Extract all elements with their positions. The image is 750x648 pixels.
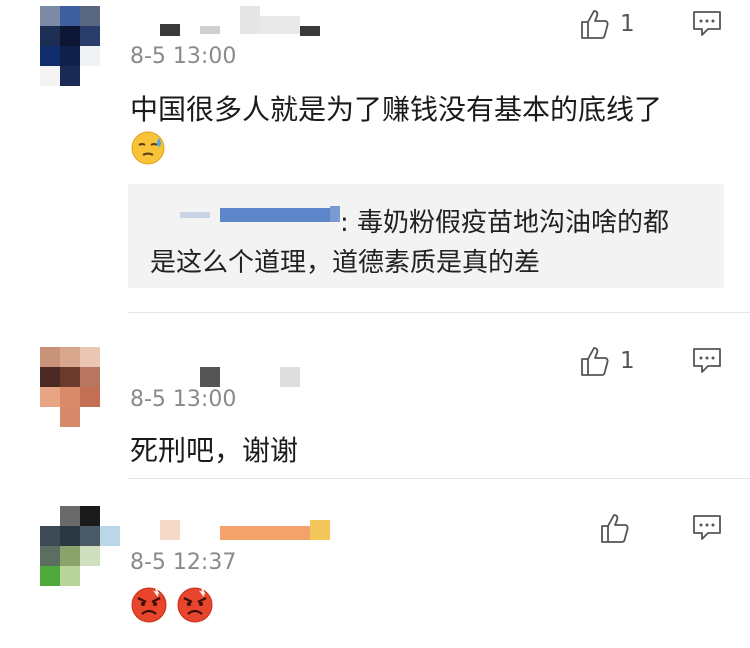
quoted-username-redacted [180, 206, 340, 226]
comment-icon [693, 348, 721, 373]
like-count: 1 [620, 348, 635, 374]
comment-actions: 1 [580, 345, 730, 385]
comment-item: 8-5 12:37 [0, 480, 750, 648]
like-button[interactable]: 1 [580, 345, 635, 377]
sweat-emoji [130, 130, 166, 170]
username-redacted[interactable] [160, 6, 330, 36]
comment-time: 8-5 13:00 [130, 387, 237, 412]
reply-button[interactable] [692, 347, 722, 379]
username-redacted[interactable] [160, 365, 320, 389]
comment-actions [580, 512, 730, 552]
comment-actions: 1 [580, 8, 730, 48]
comment-icon [693, 11, 721, 36]
comment-time: 8-5 13:00 [130, 44, 237, 69]
avatar[interactable] [40, 506, 120, 586]
avatar[interactable] [40, 6, 100, 86]
like-button[interactable] [600, 512, 640, 544]
thumbs-up-icon [581, 347, 609, 376]
thumbs-up-icon [581, 10, 609, 39]
like-count: 1 [620, 11, 635, 37]
comment-item: 1 8-5 13:00 中国很多人就是为了赚钱没有基本的底线了 : 毒奶粉假疫苗… [0, 0, 750, 313]
angry-emoji [176, 586, 214, 628]
comment-text: 中国很多人就是为了赚钱没有基本的底线了 [130, 93, 663, 126]
avatar[interactable] [40, 347, 100, 427]
angry-emoji [130, 586, 168, 628]
comment-item: 1 8-5 13:00 死刑吧，谢谢 [0, 313, 750, 479]
quote-line-2: 是这么个道理，道德素质是真的差 [150, 248, 541, 278]
divider [128, 478, 750, 479]
reply-button[interactable] [692, 514, 722, 546]
thumbs-up-icon [601, 514, 629, 543]
reply-button[interactable] [692, 10, 722, 42]
username-redacted[interactable] [160, 514, 340, 544]
quoted-reply[interactable]: : 毒奶粉假疫苗地沟油啥的都 是这么个道理，道德素质是真的差 [128, 184, 724, 288]
comment-text: 死刑吧，谢谢 [130, 434, 299, 467]
comment-icon [693, 515, 721, 540]
quote-line-1: : 毒奶粉假疫苗地沟油啥的都 [340, 208, 670, 238]
comment-time: 8-5 12:37 [130, 550, 237, 575]
like-button[interactable]: 1 [580, 8, 635, 40]
